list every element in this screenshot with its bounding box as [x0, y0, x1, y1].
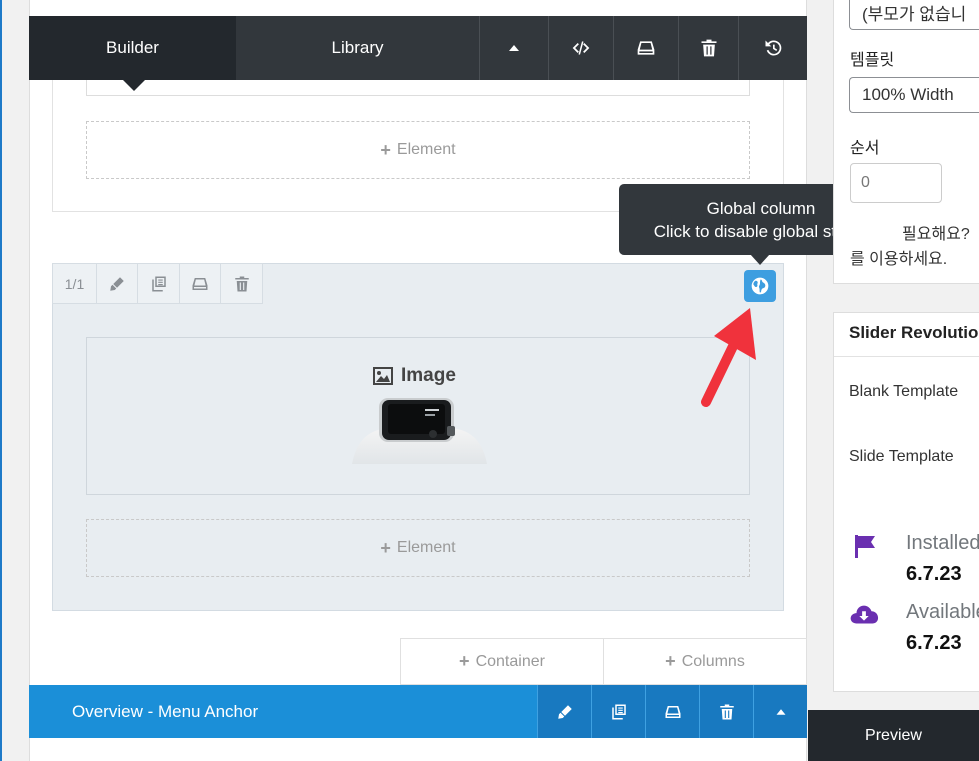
save-icon: [192, 277, 208, 290]
upper-element-box: [86, 80, 750, 96]
preview-button-label: Preview: [865, 726, 922, 744]
image-icon: [373, 367, 393, 385]
tab-library-label: Library: [331, 38, 384, 57]
duplicate-icon: [611, 704, 626, 719]
trash-icon: [719, 704, 734, 719]
column-delete-button[interactable]: [220, 263, 263, 304]
save-icon: [637, 41, 655, 55]
add-container-label: Container: [475, 652, 545, 670]
red-arrow-annotation: [701, 308, 756, 407]
tab-builder-label: Builder: [106, 38, 159, 57]
slider-panel-title: Slider Revolution: [849, 323, 979, 342]
anchor-duplicate-button[interactable]: [591, 685, 645, 738]
plus-icon: +: [380, 537, 391, 558]
anchor-edit-button[interactable]: [537, 685, 591, 738]
anchor-save-button[interactable]: [645, 685, 699, 738]
installed-version: 6.7.23: [906, 563, 962, 585]
parent-select-value: (부모가 없습니: [862, 4, 967, 24]
anchor-delete-button[interactable]: [699, 685, 753, 738]
template-select[interactable]: 100% Width: [849, 77, 979, 113]
slider-panel-divider: [834, 356, 979, 357]
collapse-button[interactable]: [479, 16, 548, 80]
column-size[interactable]: 1/1: [52, 263, 97, 304]
tab-builder[interactable]: Builder: [29, 16, 236, 91]
caret-up-icon: [509, 45, 519, 51]
code-button[interactable]: [548, 16, 613, 80]
order-input-value: 0: [861, 174, 870, 191]
order-input[interactable]: 0: [850, 163, 942, 203]
image-title-label: Image: [401, 365, 456, 386]
trash-icon: [234, 276, 249, 291]
builder-toolbar: Builder Library: [29, 16, 807, 91]
plus-icon: +: [380, 139, 391, 160]
order-label: 순서: [850, 140, 880, 157]
add-container-button[interactable]: + Container: [400, 638, 604, 685]
watch-thumbnail: [352, 398, 487, 464]
left-edge-strip: [0, 0, 2, 761]
available-version: 6.7.23: [906, 632, 962, 654]
column-size-label: 1/1: [64, 275, 85, 292]
template-label: 템플릿: [850, 52, 895, 69]
add-columns-label: Columns: [681, 652, 745, 670]
tooltip-arrow: [750, 254, 770, 265]
history-button[interactable]: [738, 16, 807, 80]
global-status-button[interactable]: [744, 270, 776, 302]
blank-template-link[interactable]: Blank Template: [849, 383, 958, 401]
edit-icon: [110, 276, 124, 291]
column-duplicate-button[interactable]: [137, 263, 180, 304]
code-icon: [572, 41, 590, 55]
trash-icon: [701, 39, 716, 57]
add-element-button-upper[interactable]: + Element: [86, 121, 750, 179]
image-element-title: Image: [373, 365, 456, 387]
plus-icon: +: [459, 651, 470, 671]
flag-icon: [855, 535, 875, 558]
help-text-line1: 필요해요?: [902, 226, 970, 243]
add-columns-button[interactable]: + Columns: [603, 638, 807, 685]
column-edit-button[interactable]: [96, 263, 138, 304]
installed-label: Installed: [906, 532, 979, 554]
edit-icon: [557, 704, 572, 719]
plus-icon: +: [665, 651, 676, 671]
duplicate-icon: [151, 276, 166, 291]
delete-button[interactable]: [678, 16, 738, 80]
tab-library[interactable]: Library: [236, 16, 479, 80]
globe-icon: [751, 277, 769, 295]
slide-template-link[interactable]: Slide Template: [849, 448, 954, 466]
preview-button[interactable]: Preview: [808, 710, 979, 761]
help-text-line2: 를 이용하세요.: [850, 251, 948, 268]
caret-up-icon: [776, 708, 785, 715]
help-text: 필요해요? 를 이용하세요.: [850, 222, 970, 272]
template-select-value: 100% Width: [862, 85, 954, 104]
anchor-title: Overview - Menu Anchor: [72, 701, 259, 721]
active-tab-caret: [123, 80, 145, 91]
cloud-download-icon: [850, 605, 879, 624]
menu-anchor-bar[interactable]: Overview - Menu Anchor: [29, 685, 807, 738]
anchor-collapse-button[interactable]: [753, 685, 807, 738]
history-icon: [765, 40, 782, 56]
add-element-label: Element: [396, 539, 456, 556]
add-element-button[interactable]: + Element: [86, 519, 750, 577]
column-save-button[interactable]: [179, 263, 221, 304]
add-element-label: Element: [396, 141, 456, 158]
parent-select[interactable]: (부모가 없습니: [849, 0, 979, 30]
save-template-button[interactable]: [613, 16, 678, 80]
save-icon: [665, 705, 680, 718]
available-label: Available: [906, 601, 979, 623]
